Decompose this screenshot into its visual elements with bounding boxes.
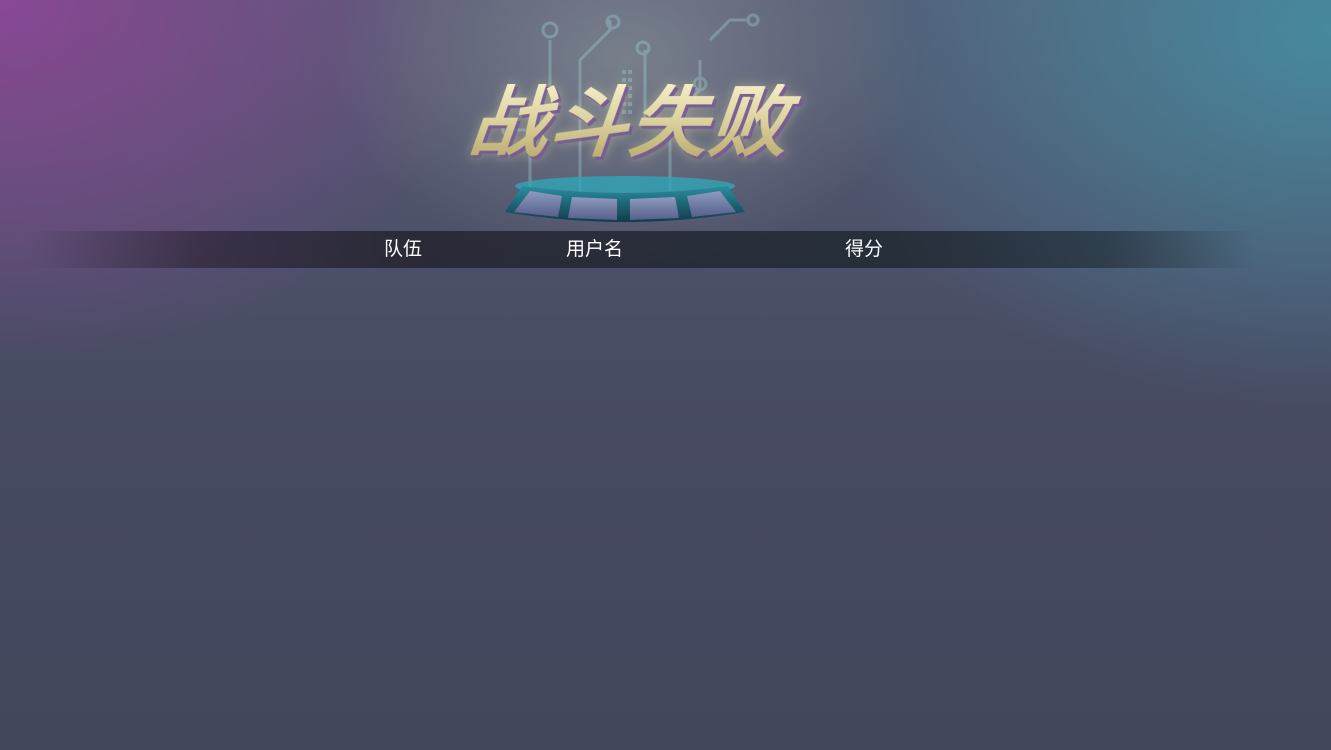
defeat-screen: 战斗失败 队伍 用户名 得分 bbox=[0, 0, 1331, 750]
defeat-emblem: 战斗失败 bbox=[430, 78, 830, 238]
defeat-title: 战斗失败 bbox=[436, 78, 824, 168]
column-header-team: 队伍 bbox=[384, 238, 423, 260]
column-header-username: 用户名 bbox=[566, 238, 624, 260]
results-table-header: 队伍 用户名 得分 bbox=[30, 231, 1255, 268]
pedestal-icon bbox=[505, 176, 745, 222]
column-header-score: 得分 bbox=[845, 238, 884, 260]
